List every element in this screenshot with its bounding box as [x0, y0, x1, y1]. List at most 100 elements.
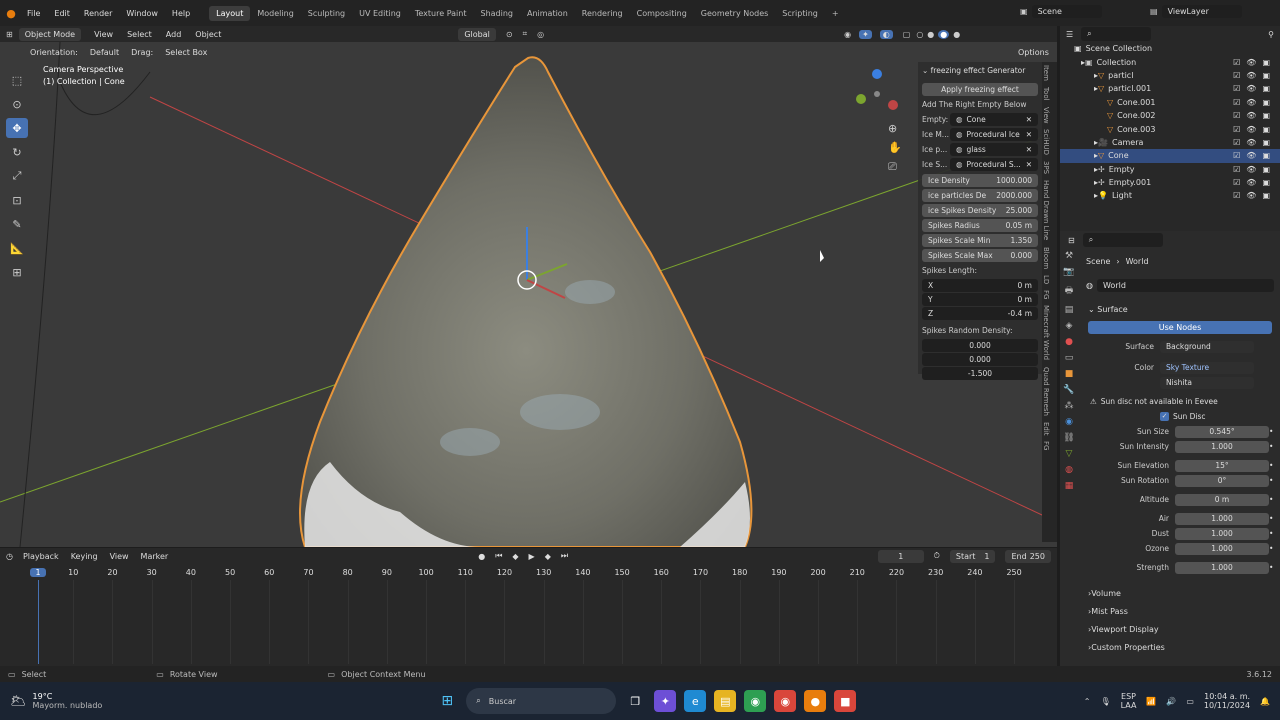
eye-icon[interactable]: 👁 [1246, 84, 1256, 93]
side-tab-hand-drawn-line[interactable]: Hand Drawn Line [1042, 177, 1050, 243]
tab-modeling[interactable]: Modeling [250, 6, 300, 21]
viewport-menu-add[interactable]: Add [159, 30, 189, 39]
outliner-row[interactable]: ▽ Cone.003 ☑ 👁 ▣ [1060, 122, 1280, 135]
exclude-checkbox-icon[interactable]: ☑ [1233, 125, 1240, 134]
rendered-shading-icon[interactable]: ● [953, 30, 960, 39]
menu-file[interactable]: File [20, 9, 47, 18]
scene-tab-icon[interactable]: ◈ [1066, 321, 1073, 331]
object-tab-icon[interactable]: ■ [1065, 369, 1074, 379]
keyframe-dot-icon[interactable]: • [1269, 563, 1273, 572]
blender-logo-icon[interactable]: ● [2, 7, 20, 20]
tab-shading[interactable]: Shading [473, 6, 520, 21]
exclude-checkbox-icon[interactable]: ☑ [1233, 165, 1240, 174]
transform-orientation[interactable]: Global [458, 27, 496, 41]
current-frame-field[interactable]: 1 [878, 549, 924, 563]
snap-icon[interactable]: ⌗ [523, 29, 528, 39]
keyframe-dot-icon[interactable]: • [1269, 529, 1273, 538]
section-volume[interactable]: › Volume [1080, 584, 1276, 602]
scene-selector[interactable]: Scene [1031, 5, 1102, 18]
eye-icon[interactable]: 👁 [1246, 58, 1256, 67]
menu-window[interactable]: Window [119, 9, 165, 18]
camera-render-icon[interactable]: ▣ [1262, 111, 1270, 120]
picker-field[interactable]: ◍ Procedural S... ✕ [950, 157, 1038, 171]
edge-icon[interactable]: e [684, 690, 707, 712]
viewport-menu-object[interactable]: Object [188, 30, 228, 39]
keyframe-dot-icon[interactable]: • [1269, 544, 1273, 553]
keyframe-dot-icon[interactable]: • [1269, 476, 1273, 485]
tab-uv-editing[interactable]: UV Editing [352, 6, 408, 21]
sky-type-dropdown[interactable]: Nishita [1160, 376, 1254, 389]
spikes-random-field[interactable]: 0.000 [922, 352, 1038, 366]
tab-sculpting[interactable]: Sculpting [301, 6, 352, 21]
property-value[interactable]: 0 m [1175, 493, 1269, 506]
cursor-tool-icon[interactable]: ⊙ [6, 94, 28, 114]
language-indicator[interactable]: ESP LAA [1121, 692, 1137, 710]
keyframe-dot-icon[interactable]: • [1269, 427, 1273, 436]
clear-icon[interactable]: ✕ [1026, 160, 1032, 169]
editor-type-icon[interactable]: ⊞ [6, 30, 13, 39]
outliner-row[interactable]: ▽ Cone.002 ☑ 👁 ▣ [1060, 109, 1280, 122]
side-tab-tool[interactable]: Tool [1042, 84, 1050, 104]
output-tab-icon[interactable]: 🖶 [1065, 283, 1074, 299]
viewport-menu-select[interactable]: Select [120, 30, 159, 39]
material-tab-icon[interactable]: ◍ [1065, 465, 1073, 475]
world-tab-icon[interactable]: ● [1065, 337, 1073, 347]
tray-chevron-icon[interactable]: ⌃ [1084, 697, 1091, 706]
prev-key-icon[interactable]: ◆ [512, 552, 518, 561]
parameter-field[interactable]: ice Spikes Density 25.000 [922, 203, 1038, 217]
timeline-menu-playback[interactable]: Playback [23, 552, 59, 561]
camera-render-icon[interactable]: ▣ [1262, 98, 1270, 107]
annotate-tool-icon[interactable]: ✎ [6, 214, 28, 234]
stopwatch-icon[interactable]: ⏱ [934, 551, 940, 561]
volume-icon[interactable]: 🔊 [1166, 697, 1176, 706]
scene-breadcrumb[interactable]: Scene [1086, 257, 1110, 266]
eye-icon[interactable]: 👁 [1246, 125, 1256, 134]
copilot-icon[interactable]: ✦ [654, 690, 677, 712]
start-frame-field[interactable]: Start 1 [949, 549, 996, 563]
section-viewport-display[interactable]: › Viewport Display [1080, 620, 1276, 638]
eye-icon[interactable]: 👁 [1246, 98, 1256, 107]
side-tab-scihud[interactable]: SciHUD [1042, 126, 1050, 158]
data-tab-icon[interactable]: ▽ [1066, 449, 1073, 459]
world-name-field[interactable]: World [1096, 278, 1274, 292]
taskbar-search[interactable]: ⌕ Buscar [466, 688, 617, 714]
exclude-checkbox-icon[interactable]: ☑ [1233, 151, 1240, 160]
eye-icon[interactable]: 👁 [1246, 191, 1256, 200]
properties-editor-icon[interactable]: ⊟ [1068, 236, 1075, 245]
task-view-icon[interactable]: ❐ [624, 690, 646, 712]
side-tab-view[interactable]: View [1042, 104, 1050, 127]
menu-edit[interactable]: Edit [47, 9, 77, 18]
panel-header[interactable]: ⌄ freezing effect Generator [922, 63, 1038, 77]
microphone-icon[interactable]: 🎙 [1100, 697, 1110, 706]
apply-freezing-button[interactable]: Apply freezing effect [922, 82, 1038, 96]
transform-tool-icon[interactable]: ⊡ [6, 190, 28, 210]
side-tab-minecraft-world[interactable]: Minecraft World [1042, 302, 1050, 363]
camera-render-icon[interactable]: ▣ [1262, 165, 1270, 174]
clear-icon[interactable]: ✕ [1026, 145, 1032, 154]
autokey-record-icon[interactable]: ● [478, 552, 485, 561]
outliner-row[interactable]: ▸ ▽ particl.001 ☑ 👁 ▣ [1060, 82, 1280, 95]
section-custom-properties[interactable]: › Custom Properties [1080, 638, 1276, 656]
side-tab-fg[interactable]: FG [1042, 287, 1050, 302]
battery-icon[interactable]: ▭ [1186, 697, 1194, 706]
picker-field[interactable]: ◍ Cone ✕ [950, 112, 1038, 126]
timeline-ruler[interactable]: 1 10 20 30 40 50 60 70 80 90 100 110 120 130 140 150 160… [0, 566, 1057, 666]
overlay-toggle-icon[interactable]: ◐ [879, 29, 893, 39]
view-layer-selector[interactable]: ViewLayer [1161, 5, 1242, 18]
outliner-row[interactable]: ▸ ✢ Empty ☑ 👁 ▣ [1060, 163, 1280, 176]
chrome-icon[interactable]: ◉ [744, 690, 767, 712]
outliner-row[interactable]: ▸ ▽ particl ☑ 👁 ▣ [1060, 69, 1280, 82]
spikes-random-field[interactable]: 0.000 [922, 338, 1038, 352]
viewport-menu-view[interactable]: View [87, 30, 120, 39]
surface-section-header[interactable]: ⌄ Surface [1080, 301, 1276, 317]
outliner-row[interactable]: ▸ ▽ Cone ☑ 👁 ▣ [1060, 149, 1280, 163]
outliner-row[interactable]: ▽ Cone.001 ☑ 👁 ▣ [1060, 96, 1280, 109]
windows-start-icon[interactable]: ⊞ [436, 690, 458, 712]
add-workspace-button[interactable]: + [825, 6, 846, 21]
camera-render-icon[interactable]: ▣ [1262, 125, 1270, 134]
properties-search[interactable]: ⌕ [1082, 233, 1163, 247]
material-shading-icon[interactable]: ● [938, 29, 950, 39]
keyframe-dot-icon[interactable]: • [1269, 495, 1273, 504]
property-value[interactable]: 1.000 [1175, 512, 1269, 525]
camera-render-icon[interactable]: ▣ [1262, 71, 1270, 80]
